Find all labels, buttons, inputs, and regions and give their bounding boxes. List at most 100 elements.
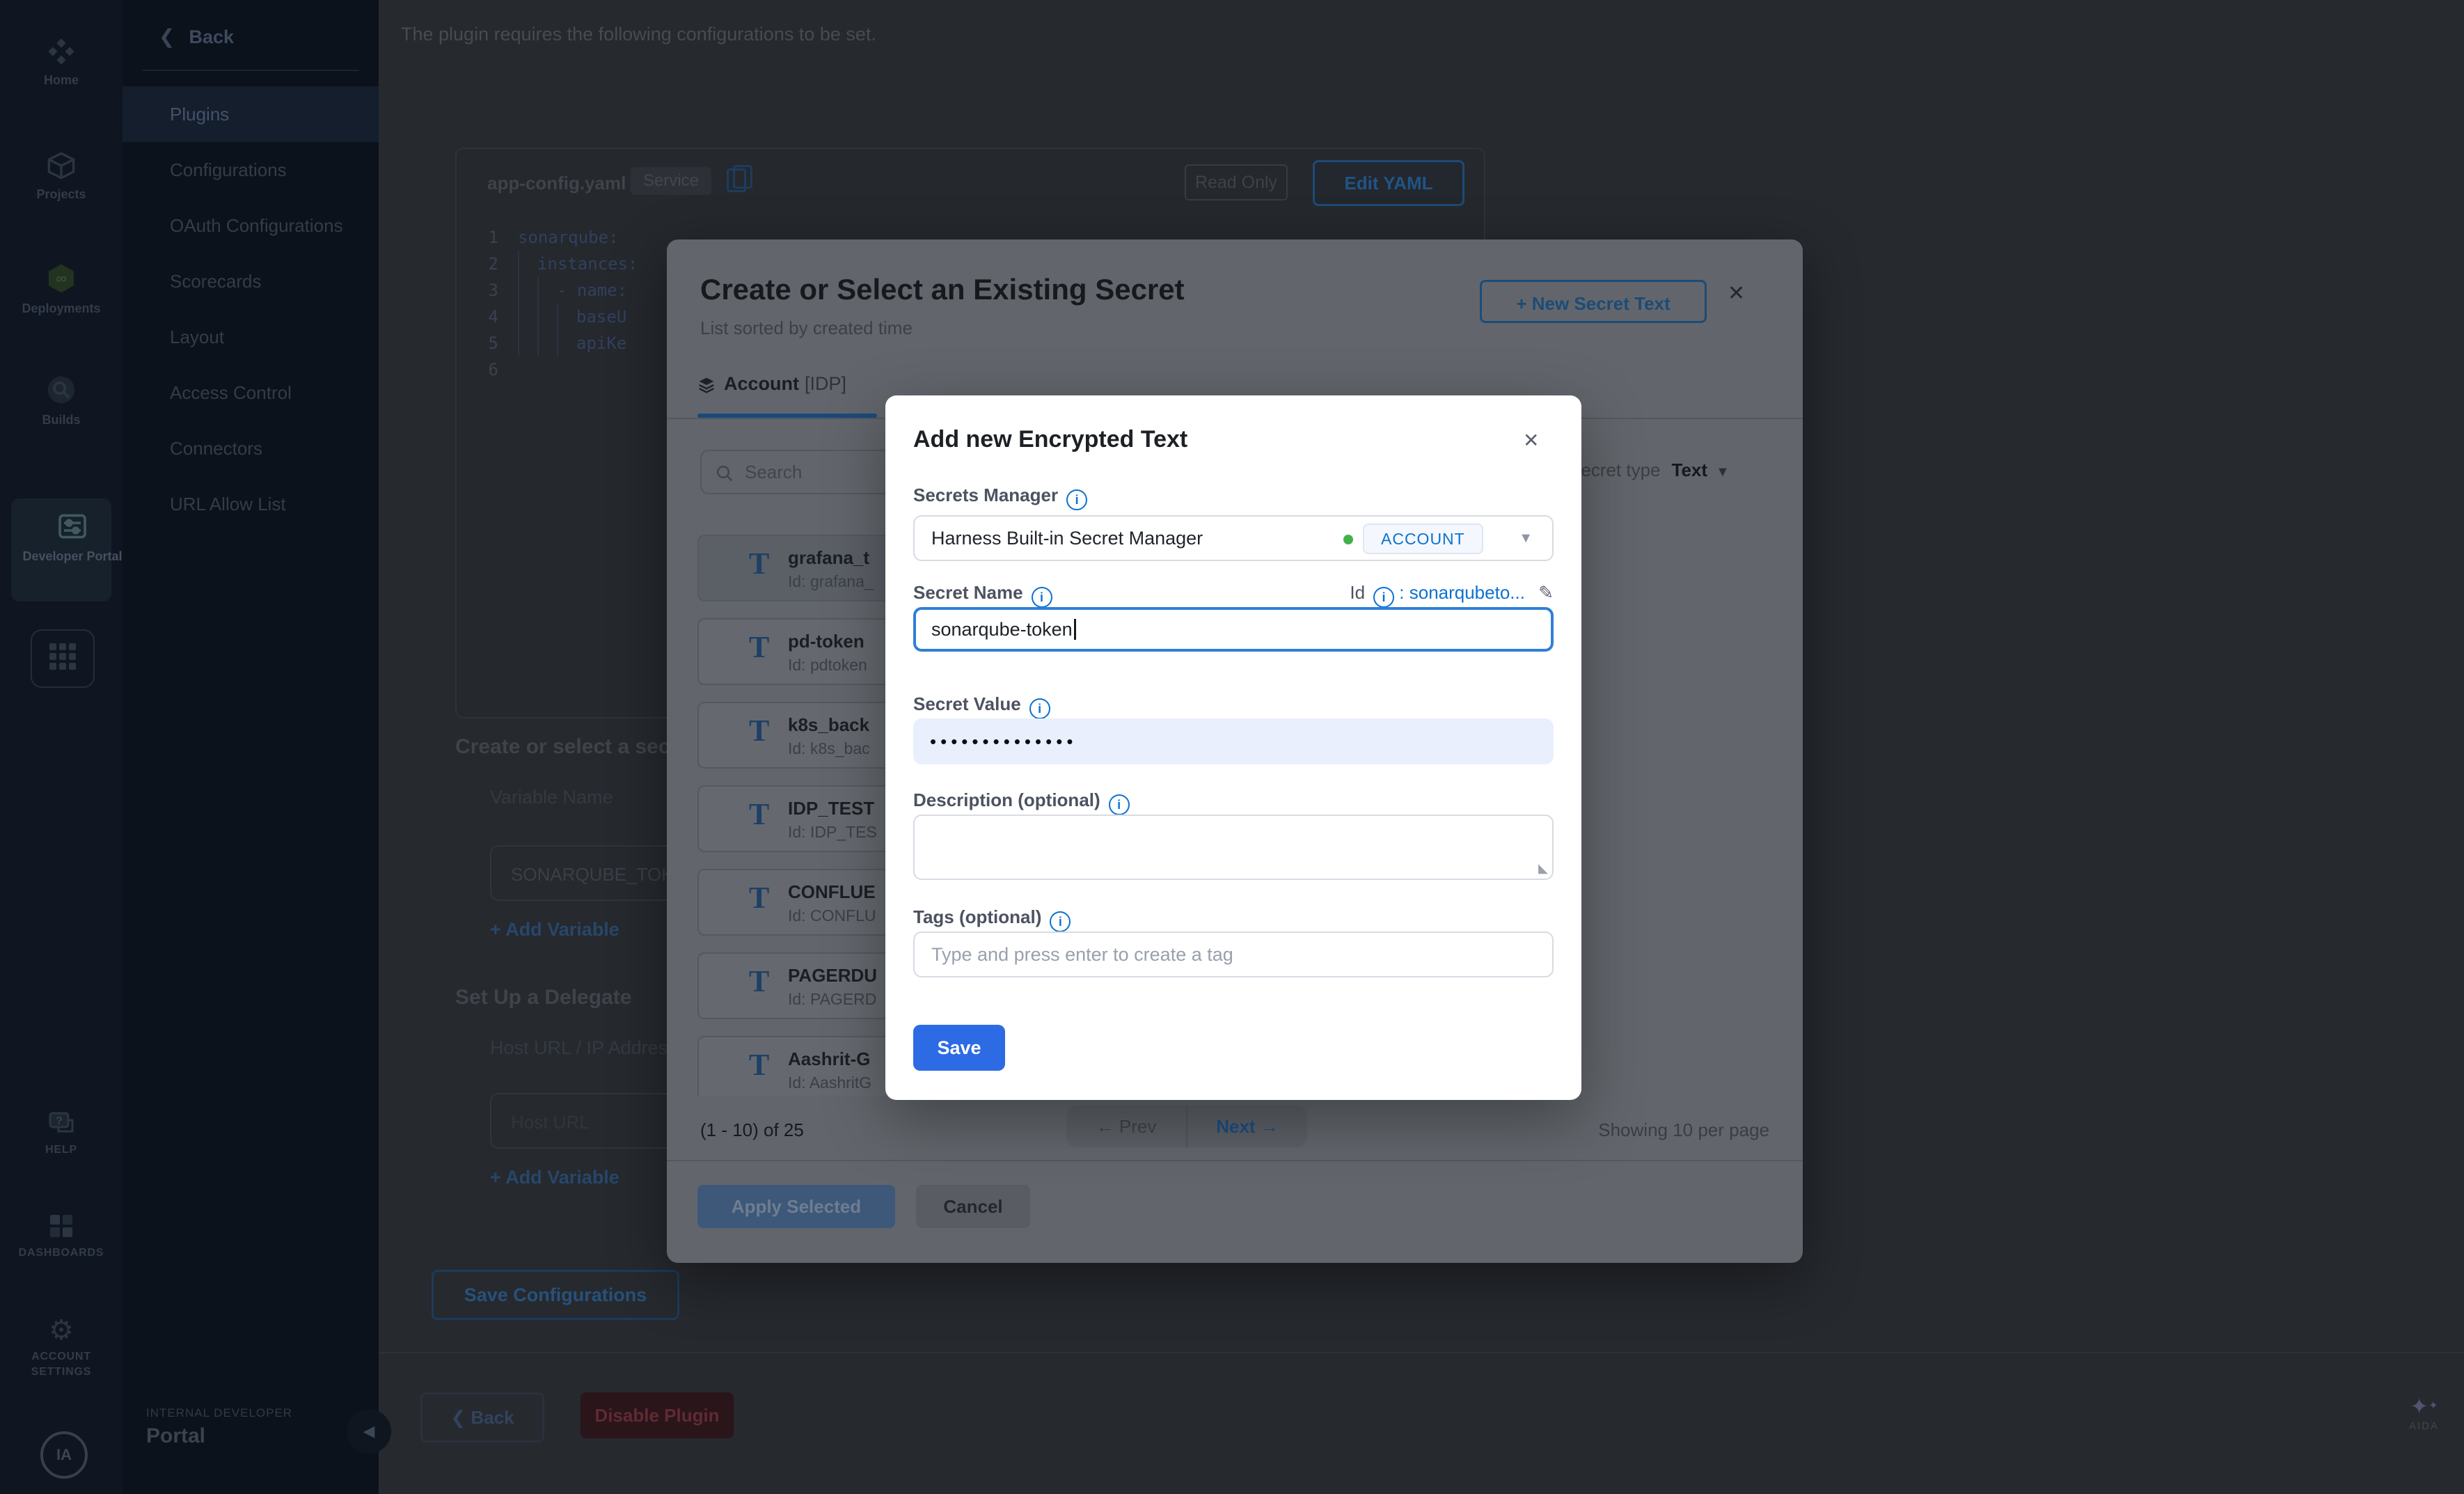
- indent-guides: [518, 251, 537, 277]
- info-icon[interactable]: i: [1373, 587, 1394, 608]
- secret-type-dropdown[interactable]: Secret typeText▼: [1569, 459, 1730, 481]
- rail-item-builds[interactable]: Builds: [0, 373, 123, 427]
- close-icon[interactable]: ✕: [1728, 281, 1745, 306]
- search-icon: [716, 462, 734, 482]
- secret-name: CONFLUE: [788, 881, 876, 903]
- sidebar-menu-item[interactable]: OAuth Configurations: [123, 198, 379, 253]
- rail-item-home[interactable]: Home: [0, 36, 123, 88]
- tab-account-idp[interactable]: Account[IDP]: [697, 373, 846, 395]
- copy-icon[interactable]: [727, 168, 746, 192]
- label-text: Tags (optional): [913, 906, 1041, 927]
- rail-item-apps[interactable]: [31, 629, 95, 688]
- secret-id: Id: AashritG: [788, 1074, 871, 1092]
- secret-name-input[interactable]: sonarqube-token: [913, 607, 1554, 652]
- secret-name-value: sonarqube-token: [931, 619, 1073, 640]
- label-text: Secrets Manager: [913, 485, 1058, 505]
- add-variable-link[interactable]: + Add Variable: [490, 919, 619, 941]
- secret-id: Id: IDP_TES: [788, 823, 877, 842]
- secret-name: Aashrit-G: [788, 1048, 870, 1070]
- resize-handle[interactable]: ◢: [1538, 861, 1548, 876]
- prev-page-button[interactable]: ← Prev: [1066, 1106, 1187, 1147]
- dashboards-icon: [47, 1211, 75, 1240]
- host-url-placeholder: Host URL: [511, 1112, 590, 1133]
- apply-selected-button[interactable]: Apply Selected: [697, 1185, 895, 1228]
- line-number: 4: [457, 304, 498, 330]
- code-text: apiKe: [576, 333, 626, 353]
- description-textarea[interactable]: ◢: [913, 815, 1554, 880]
- aida-widget[interactable]: ✦✦ AIDA: [2409, 1395, 2439, 1432]
- builds-icon: [45, 373, 78, 407]
- rail-item-deployments[interactable]: ∞ Deployments: [0, 262, 123, 316]
- menu-item-label: Configurations: [170, 159, 287, 180]
- save-button[interactable]: Save: [913, 1025, 1005, 1071]
- sidebar-menu-item[interactable]: Access Control: [123, 365, 379, 420]
- info-icon[interactable]: i: [1032, 587, 1052, 608]
- portal-brand: INTERNAL DEVELOPER Portal: [146, 1406, 292, 1448]
- line-number: 6: [457, 356, 498, 383]
- info-icon[interactable]: i: [1029, 698, 1050, 719]
- rail-item-dashboards[interactable]: DASHBOARDS: [0, 1211, 123, 1261]
- info-icon[interactable]: i: [1066, 489, 1087, 510]
- sidebar-menu-item[interactable]: Connectors: [123, 420, 379, 476]
- collapse-arrow-icon: ◀: [363, 1422, 375, 1440]
- menu-item-label: OAuth Configurations: [170, 215, 343, 236]
- app-root: Home Projects ∞ Deployments: [0, 0, 2464, 1494]
- rail-item-help[interactable]: ? HELP: [0, 1108, 123, 1158]
- secret-value-masked: ••••••••••••••: [930, 731, 1077, 752]
- user-avatar[interactable]: IA: [40, 1431, 88, 1479]
- sidebar-collapse-handle[interactable]: ◀: [347, 1409, 391, 1454]
- modal-title: Add new Encrypted Text: [913, 426, 1187, 453]
- secrets-manager-label: Secrets Manager i: [913, 485, 1087, 510]
- rail-item-projects[interactable]: Projects: [0, 150, 123, 202]
- label-text: Secret Name: [913, 582, 1023, 603]
- code-text: baseU: [576, 307, 626, 327]
- cancel-button[interactable]: Cancel: [916, 1185, 1030, 1228]
- chevron-down-icon: ▼: [1519, 517, 1533, 560]
- sidebar-menu-item[interactable]: Layout: [123, 309, 379, 365]
- footer-back-button[interactable]: ❮ Back: [420, 1392, 544, 1442]
- text-secret-icon: T: [749, 629, 769, 665]
- pagination-group: ← Prev Next →: [1066, 1106, 1307, 1147]
- next-page-button[interactable]: Next →: [1187, 1106, 1307, 1147]
- new-secret-text-button[interactable]: + New Secret Text: [1480, 280, 1707, 323]
- add-variable-link-2[interactable]: + Add Variable: [490, 1167, 619, 1188]
- close-icon[interactable]: ✕: [1523, 429, 1539, 452]
- home-icon: [46, 36, 77, 67]
- save-configurations-button[interactable]: Save Configurations: [432, 1270, 679, 1320]
- edit-pencil-icon[interactable]: ✎: [1538, 582, 1554, 603]
- text-secret-icon: T: [749, 964, 769, 999]
- status-dot: [1343, 535, 1353, 544]
- secret-value-input[interactable]: ••••••••••••••: [913, 718, 1554, 764]
- line-number: 2: [457, 251, 498, 277]
- id-value-link[interactable]: : sonarqubeto...: [1399, 582, 1525, 603]
- sidebar-menu-item[interactable]: Scorecards: [123, 253, 379, 309]
- label-text: Description (optional): [913, 789, 1100, 810]
- footer-divider: [667, 1160, 1803, 1161]
- menu-item-label: Connectors: [170, 438, 262, 459]
- disable-plugin-button[interactable]: Disable Plugin: [581, 1392, 734, 1438]
- edit-yaml-button[interactable]: Edit YAML: [1313, 160, 1464, 206]
- sidebar-menu-item[interactable]: URL Allow List: [123, 476, 379, 532]
- sidebar-back-button[interactable]: ❮Back: [159, 25, 234, 48]
- secrets-manager-select[interactable]: Harness Built-in Secret Manager ACCOUNT …: [913, 515, 1554, 561]
- rail-label: DASHBOARDS: [0, 1245, 123, 1261]
- svg-text:?: ?: [56, 1115, 63, 1127]
- secret-id: Id: pdtoken: [788, 656, 867, 675]
- text-secret-icon: T: [749, 713, 769, 748]
- rail-item-developer-portal[interactable]: Developer Portal: [11, 498, 111, 601]
- tags-input[interactable]: Type and press enter to create a tag: [913, 931, 1554, 977]
- developer-portal-icon: [54, 510, 90, 543]
- secret-name: IDP_TEST: [788, 798, 874, 819]
- sidebar-menu-item[interactable]: Configurations: [123, 142, 379, 198]
- rail-item-account-settings[interactable]: ⚙ ACCOUNT SETTINGS: [0, 1314, 123, 1380]
- menu-item-label: Access Control: [170, 382, 292, 403]
- rail-label: Projects: [0, 187, 123, 202]
- tags-placeholder: Type and press enter to create a tag: [931, 944, 1233, 965]
- menu-item-label: Scorecards: [170, 271, 262, 292]
- aida-label: AIDA: [2409, 1420, 2439, 1432]
- chevron-left-icon: ❮: [450, 1407, 471, 1428]
- info-icon[interactable]: i: [1050, 911, 1071, 932]
- sidebar-menu-item[interactable]: Plugins: [123, 86, 379, 142]
- info-icon[interactable]: i: [1109, 794, 1130, 815]
- secret-name: pd-token: [788, 631, 864, 652]
